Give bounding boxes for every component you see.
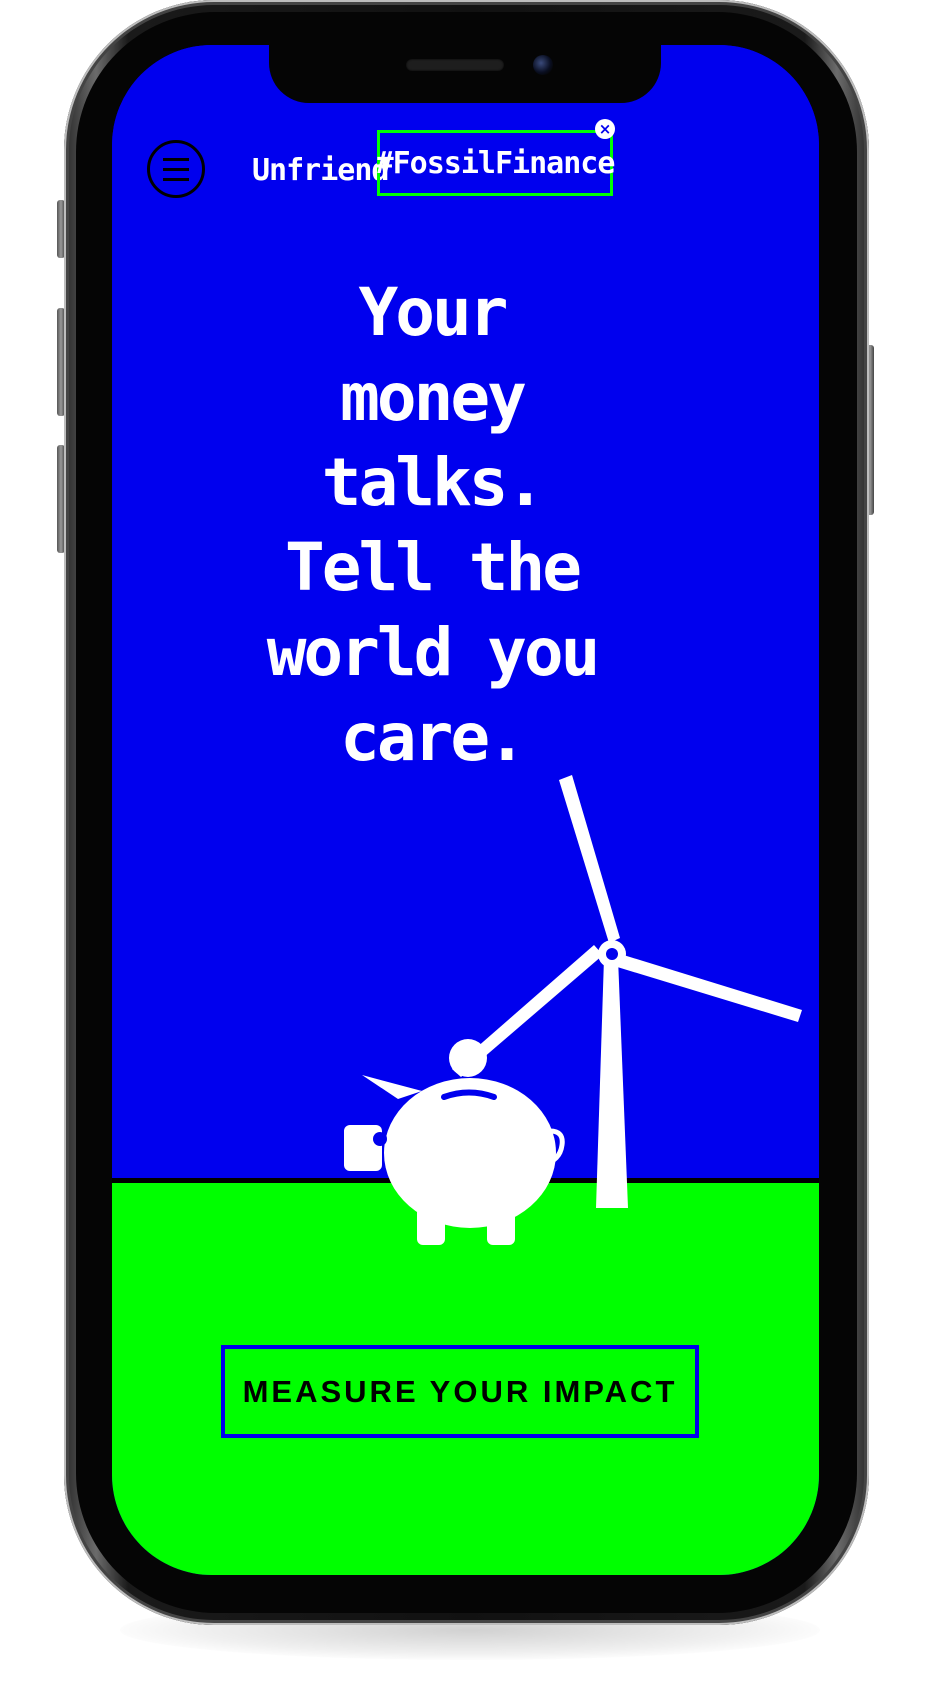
- phone-screen: Unfriend #FossilFinance × Your money tal…: [112, 45, 819, 1575]
- coin-icon: [449, 1039, 487, 1077]
- device-mockup: Unfriend #FossilFinance × Your money tal…: [0, 0, 932, 1707]
- piggy-bank-icon: [344, 1075, 565, 1245]
- measure-impact-button[interactable]: MEASURE YOUR IMPACT: [221, 1345, 699, 1438]
